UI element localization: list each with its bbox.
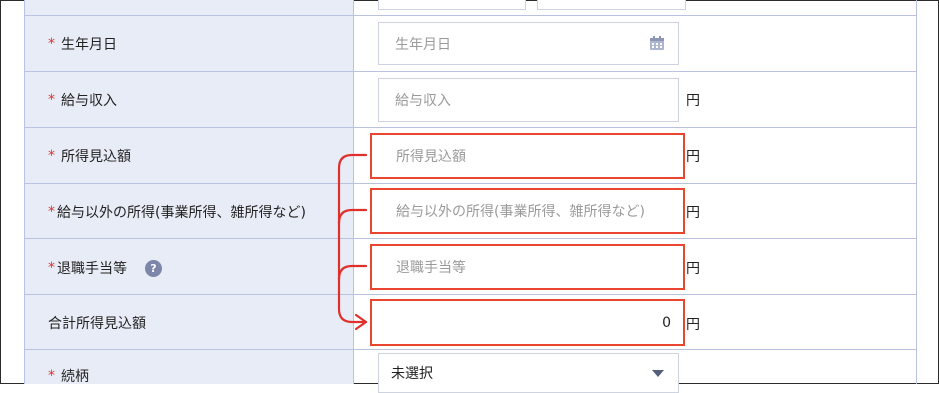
arrow-line-main <box>337 153 368 324</box>
arrow-line-branch <box>337 208 368 225</box>
arrow-connector <box>337 153 368 331</box>
arrow-line-branch <box>337 264 368 281</box>
